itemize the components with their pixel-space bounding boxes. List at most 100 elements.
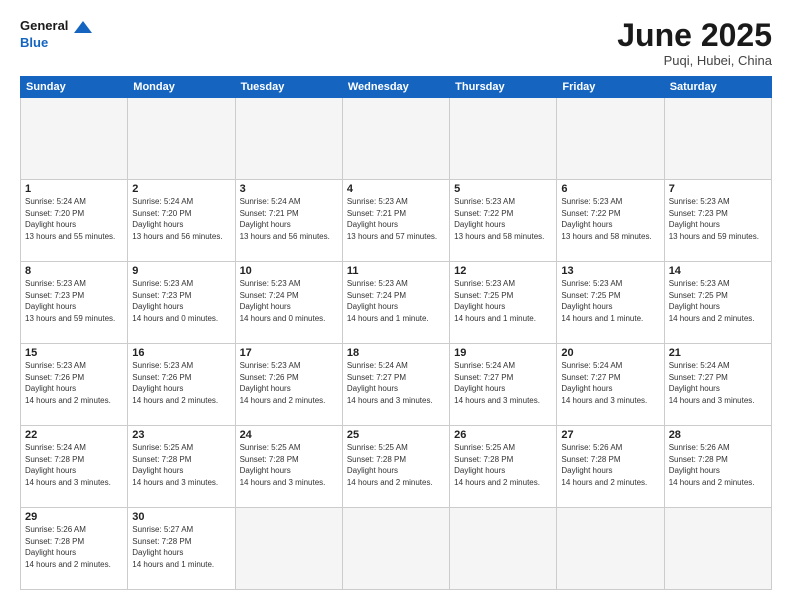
day-info: Sunrise: 5:23 AM Sunset: 7:26 PM Dayligh… — [25, 360, 123, 406]
calendar-week-row — [21, 98, 772, 180]
header: General Blue June 2025 Puqi, Hubei, Chin… — [20, 18, 772, 68]
day-number: 22 — [25, 429, 123, 441]
calendar-cell: 10 Sunrise: 5:23 AM Sunset: 7:24 PM Dayl… — [235, 262, 342, 344]
day-info: Sunrise: 5:24 AM Sunset: 7:27 PM Dayligh… — [454, 360, 552, 406]
day-info: Sunrise: 5:24 AM Sunset: 7:27 PM Dayligh… — [561, 360, 659, 406]
day-info: Sunrise: 5:23 AM Sunset: 7:21 PM Dayligh… — [347, 196, 445, 242]
day-info: Sunrise: 5:24 AM Sunset: 7:27 PM Dayligh… — [669, 360, 767, 406]
day-info: Sunrise: 5:24 AM Sunset: 7:21 PM Dayligh… — [240, 196, 338, 242]
day-number: 3 — [240, 183, 338, 195]
day-info: Sunrise: 5:23 AM Sunset: 7:24 PM Dayligh… — [240, 278, 338, 324]
day-number: 6 — [561, 183, 659, 195]
day-info: Sunrise: 5:26 AM Sunset: 7:28 PM Dayligh… — [669, 442, 767, 488]
calendar-cell: 17 Sunrise: 5:23 AM Sunset: 7:26 PM Dayl… — [235, 344, 342, 426]
calendar-cell: 30 Sunrise: 5:27 AM Sunset: 7:28 PM Dayl… — [128, 508, 235, 590]
day-info: Sunrise: 5:24 AM Sunset: 7:28 PM Dayligh… — [25, 442, 123, 488]
calendar-cell: 19 Sunrise: 5:24 AM Sunset: 7:27 PM Dayl… — [450, 344, 557, 426]
weekday-header: Sunday — [21, 77, 128, 98]
day-info: Sunrise: 5:26 AM Sunset: 7:28 PM Dayligh… — [25, 524, 123, 570]
day-number: 15 — [25, 347, 123, 359]
calendar-week-row: 8 Sunrise: 5:23 AM Sunset: 7:23 PM Dayli… — [21, 262, 772, 344]
day-number: 7 — [669, 183, 767, 195]
day-number: 18 — [347, 347, 445, 359]
day-number: 1 — [25, 183, 123, 195]
day-number: 20 — [561, 347, 659, 359]
calendar-cell: 25 Sunrise: 5:25 AM Sunset: 7:28 PM Dayl… — [342, 426, 449, 508]
day-number: 9 — [132, 265, 230, 277]
weekday-header: Friday — [557, 77, 664, 98]
calendar-cell — [21, 98, 128, 180]
month-title: June 2025 — [617, 18, 772, 53]
calendar-cell: 20 Sunrise: 5:24 AM Sunset: 7:27 PM Dayl… — [557, 344, 664, 426]
calendar-cell: 13 Sunrise: 5:23 AM Sunset: 7:25 PM Dayl… — [557, 262, 664, 344]
day-info: Sunrise: 5:24 AM Sunset: 7:20 PM Dayligh… — [132, 196, 230, 242]
logo-blue: Blue — [20, 35, 92, 52]
day-info: Sunrise: 5:23 AM Sunset: 7:25 PM Dayligh… — [561, 278, 659, 324]
day-info: Sunrise: 5:23 AM Sunset: 7:25 PM Dayligh… — [454, 278, 552, 324]
location: Puqi, Hubei, China — [617, 53, 772, 68]
day-number: 11 — [347, 265, 445, 277]
calendar-cell: 14 Sunrise: 5:23 AM Sunset: 7:25 PM Dayl… — [664, 262, 771, 344]
weekday-header: Monday — [128, 77, 235, 98]
calendar-cell: 2 Sunrise: 5:24 AM Sunset: 7:20 PM Dayli… — [128, 180, 235, 262]
day-info: Sunrise: 5:23 AM Sunset: 7:26 PM Dayligh… — [240, 360, 338, 406]
calendar-cell: 12 Sunrise: 5:23 AM Sunset: 7:25 PM Dayl… — [450, 262, 557, 344]
day-info: Sunrise: 5:23 AM Sunset: 7:23 PM Dayligh… — [25, 278, 123, 324]
calendar-cell: 5 Sunrise: 5:23 AM Sunset: 7:22 PM Dayli… — [450, 180, 557, 262]
day-number: 24 — [240, 429, 338, 441]
calendar-cell: 29 Sunrise: 5:26 AM Sunset: 7:28 PM Dayl… — [21, 508, 128, 590]
day-info: Sunrise: 5:25 AM Sunset: 7:28 PM Dayligh… — [454, 442, 552, 488]
calendar-body: 1 Sunrise: 5:24 AM Sunset: 7:20 PM Dayli… — [21, 98, 772, 590]
logo: General Blue — [20, 18, 92, 52]
day-info: Sunrise: 5:24 AM Sunset: 7:27 PM Dayligh… — [347, 360, 445, 406]
day-number: 8 — [25, 265, 123, 277]
calendar-cell: 22 Sunrise: 5:24 AM Sunset: 7:28 PM Dayl… — [21, 426, 128, 508]
day-info: Sunrise: 5:25 AM Sunset: 7:28 PM Dayligh… — [347, 442, 445, 488]
logo-general: General — [20, 18, 92, 35]
day-number: 25 — [347, 429, 445, 441]
weekday-header: Thursday — [450, 77, 557, 98]
day-number: 13 — [561, 265, 659, 277]
calendar-cell: 21 Sunrise: 5:24 AM Sunset: 7:27 PM Dayl… — [664, 344, 771, 426]
day-number: 10 — [240, 265, 338, 277]
page: General Blue June 2025 Puqi, Hubei, Chin… — [0, 0, 792, 612]
calendar-cell: 11 Sunrise: 5:23 AM Sunset: 7:24 PM Dayl… — [342, 262, 449, 344]
calendar-cell — [664, 508, 771, 590]
day-number: 16 — [132, 347, 230, 359]
calendar-cell — [450, 98, 557, 180]
day-number: 28 — [669, 429, 767, 441]
calendar-cell — [128, 98, 235, 180]
calendar-cell: 15 Sunrise: 5:23 AM Sunset: 7:26 PM Dayl… — [21, 344, 128, 426]
calendar-cell: 7 Sunrise: 5:23 AM Sunset: 7:23 PM Dayli… — [664, 180, 771, 262]
day-number: 23 — [132, 429, 230, 441]
calendar-cell: 3 Sunrise: 5:24 AM Sunset: 7:21 PM Dayli… — [235, 180, 342, 262]
calendar-cell — [557, 98, 664, 180]
day-info: Sunrise: 5:23 AM Sunset: 7:24 PM Dayligh… — [347, 278, 445, 324]
calendar-cell: 27 Sunrise: 5:26 AM Sunset: 7:28 PM Dayl… — [557, 426, 664, 508]
title-block: June 2025 Puqi, Hubei, China — [617, 18, 772, 68]
weekday-header: Wednesday — [342, 77, 449, 98]
day-info: Sunrise: 5:23 AM Sunset: 7:22 PM Dayligh… — [454, 196, 552, 242]
day-info: Sunrise: 5:25 AM Sunset: 7:28 PM Dayligh… — [132, 442, 230, 488]
day-info: Sunrise: 5:24 AM Sunset: 7:20 PM Dayligh… — [25, 196, 123, 242]
day-number: 4 — [347, 183, 445, 195]
weekday-header: Saturday — [664, 77, 771, 98]
calendar-cell — [235, 98, 342, 180]
day-info: Sunrise: 5:23 AM Sunset: 7:25 PM Dayligh… — [669, 278, 767, 324]
calendar-cell: 1 Sunrise: 5:24 AM Sunset: 7:20 PM Dayli… — [21, 180, 128, 262]
day-number: 30 — [132, 511, 230, 523]
calendar-cell — [235, 508, 342, 590]
day-info: Sunrise: 5:23 AM Sunset: 7:26 PM Dayligh… — [132, 360, 230, 406]
calendar-header-row: SundayMondayTuesdayWednesdayThursdayFrid… — [21, 77, 772, 98]
day-info: Sunrise: 5:23 AM Sunset: 7:22 PM Dayligh… — [561, 196, 659, 242]
day-info: Sunrise: 5:23 AM Sunset: 7:23 PM Dayligh… — [669, 196, 767, 242]
calendar-cell: 4 Sunrise: 5:23 AM Sunset: 7:21 PM Dayli… — [342, 180, 449, 262]
day-info: Sunrise: 5:23 AM Sunset: 7:23 PM Dayligh… — [132, 278, 230, 324]
day-info: Sunrise: 5:25 AM Sunset: 7:28 PM Dayligh… — [240, 442, 338, 488]
day-info: Sunrise: 5:27 AM Sunset: 7:28 PM Dayligh… — [132, 524, 230, 570]
calendar-cell — [450, 508, 557, 590]
day-number: 27 — [561, 429, 659, 441]
calendar-cell — [664, 98, 771, 180]
day-number: 21 — [669, 347, 767, 359]
day-number: 29 — [25, 511, 123, 523]
